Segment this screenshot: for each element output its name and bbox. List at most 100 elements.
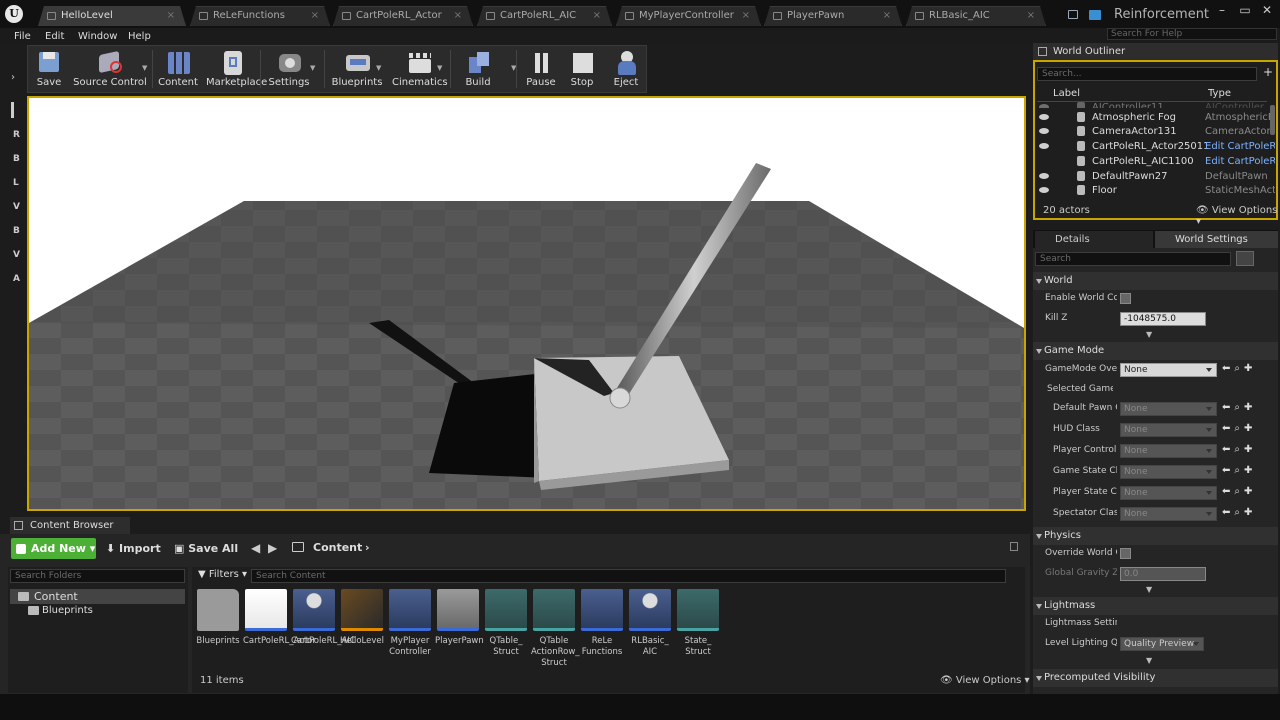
content-button[interactable]: Content	[156, 47, 200, 92]
asset-tile[interactable]: State_ Struct	[675, 587, 721, 659]
maximize-icon[interactable]: ▭	[1237, 4, 1253, 16]
section-game-mode[interactable]: Game Mode	[1033, 342, 1278, 360]
class-dropdown[interactable]: None	[1120, 423, 1217, 437]
stop-button[interactable]: Stop	[560, 47, 604, 92]
source-control-button[interactable]: Source Control	[70, 47, 150, 92]
editor-tab[interactable]: HelloLevel ×	[38, 6, 186, 26]
breadcrumb-chevron-icon[interactable]: ›	[365, 541, 370, 554]
edit-blueprint-link[interactable]: Edit CartPoleRL_AIC	[1205, 154, 1275, 169]
close-icon[interactable]: ✕	[1259, 4, 1275, 16]
tab-world-settings[interactable]: World Settings	[1155, 231, 1278, 248]
import-button[interactable]: ⬇ Import	[106, 538, 161, 559]
asset-action-icons[interactable]: ⬅⌕✚	[1222, 423, 1256, 434]
asset-tile[interactable]: QTable ActionRow_ Struct	[531, 587, 580, 668]
section-physics[interactable]: Physics	[1033, 527, 1278, 545]
settings-button[interactable]: Settings	[264, 47, 314, 92]
eject-button[interactable]: Eject	[602, 47, 650, 92]
lighting-quality-dropdown[interactable]: Quality Preview	[1120, 637, 1204, 651]
lock-icon[interactable]	[1010, 542, 1018, 551]
mode-tab[interactable]: L	[13, 178, 19, 188]
mode-tab[interactable]: A	[13, 274, 20, 284]
section-lightmass[interactable]: Lightmass	[1033, 597, 1278, 615]
outliner-row[interactable]: Floor StaticMeshActor	[1037, 183, 1275, 198]
mode-handle-icon[interactable]	[11, 102, 14, 118]
dropdown-arrow-icon[interactable]: ▼	[376, 64, 381, 72]
asset-tile[interactable]: CartPoleRL_AIC	[291, 587, 356, 659]
menu-edit[interactable]: Edit	[45, 28, 64, 45]
mode-tab[interactable]: B	[13, 154, 20, 164]
visibility-eye-icon[interactable]	[1039, 128, 1049, 134]
col-label-header[interactable]: Label	[1053, 88, 1080, 99]
dropdown-arrow-icon[interactable]: ▼	[310, 64, 315, 72]
asset-tile[interactable]: ReLe Functions	[579, 587, 625, 659]
add-actor-icon[interactable]: +	[1263, 65, 1273, 79]
visibility-eye-icon[interactable]	[1039, 104, 1049, 108]
menu-help[interactable]: Help	[128, 28, 151, 45]
folder-tree-item[interactable]: Blueprints	[10, 603, 185, 618]
pause-button[interactable]: Pause	[519, 47, 563, 92]
asset-tile[interactable]: Blueprints	[195, 587, 241, 659]
class-dropdown[interactable]: None	[1120, 402, 1217, 416]
search-content-input[interactable]: Search Content	[251, 569, 1006, 583]
forward-arrow-icon[interactable]: ▶	[268, 541, 277, 555]
visibility-eye-icon[interactable]	[1039, 143, 1049, 149]
outliner-tab[interactable]: World Outliner	[1033, 43, 1278, 60]
asset-action-icons[interactable]: ⬅⌕✚	[1222, 465, 1256, 476]
visibility-eye-icon[interactable]	[1039, 173, 1049, 179]
asset-tile[interactable]: MyPlayer Controller	[387, 587, 433, 659]
edit-blueprint-link[interactable]: Edit CartPoleRL_Actor	[1205, 139, 1275, 154]
section-world[interactable]: World	[1033, 272, 1278, 290]
tab-details[interactable]: Details	[1035, 231, 1153, 248]
editor-tab[interactable]: RLBasic_AIC ×	[906, 6, 1046, 26]
override-gravity-checkbox[interactable]	[1120, 548, 1131, 559]
asset-tile[interactable]: CartPoleRL_Actor	[243, 587, 316, 659]
tab-close-icon[interactable]: ×	[742, 7, 750, 25]
mode-tab[interactable]: B	[13, 226, 20, 236]
outliner-row[interactable]: CameraActor131 CameraActor	[1037, 124, 1274, 139]
mode-tab[interactable]: R	[13, 130, 20, 140]
editor-tab[interactable]: CartPoleRL_AIC ×	[477, 6, 612, 26]
expand-advanced-icon[interactable]: ▼	[1146, 585, 1152, 594]
col-type-header[interactable]: Type	[1208, 88, 1231, 99]
class-dropdown[interactable]: None	[1120, 486, 1217, 500]
help-search-input[interactable]: Search For Help	[1107, 28, 1277, 40]
section-precomputed-visibility[interactable]: Precomputed Visibility	[1033, 669, 1278, 687]
cb-view-options[interactable]: 👁︎ View Options ▾	[940, 675, 1030, 686]
outliner-search-input[interactable]: Search...	[1037, 67, 1257, 81]
visibility-eye-icon[interactable]	[1039, 114, 1049, 120]
enable-world-comp-checkbox[interactable]	[1120, 293, 1131, 304]
visibility-eye-icon[interactable]	[1039, 187, 1049, 193]
asset-action-icons[interactable]: ⬅⌕✚	[1222, 402, 1256, 413]
outliner-view-options[interactable]: 👁︎ View Options ▾	[1196, 205, 1280, 227]
outliner-row[interactable]: CartPoleRL_Actor25011Edit CartPoleRL_Act…	[1037, 139, 1275, 154]
notification-icon[interactable]	[1089, 10, 1101, 20]
class-dropdown[interactable]: None	[1120, 444, 1217, 458]
outliner-row[interactable]: CartPoleRL_AIC1100 Edit CartPoleRL_AIC	[1037, 154, 1275, 169]
mode-tab[interactable]: V	[13, 202, 20, 212]
editor-tab[interactable]: CartPoleRL_Actor ×	[333, 6, 473, 26]
minimize-icon[interactable]: –	[1214, 4, 1230, 16]
asset-tile[interactable]: HelloLevel	[339, 587, 385, 659]
outliner-row[interactable]: Atmospheric Fog AtmosphericFog	[1037, 110, 1275, 125]
tab-close-icon[interactable]: ×	[454, 7, 462, 25]
asset-action-icons[interactable]: ⬅⌕✚	[1222, 363, 1256, 374]
mode-tab[interactable]: V	[13, 250, 20, 260]
tab-close-icon[interactable]: ×	[1027, 7, 1035, 25]
asset-tile[interactable]: QTable_ Struct	[483, 587, 529, 659]
unreal-logo-icon[interactable]: U	[5, 5, 23, 23]
dropdown-arrow-icon[interactable]: ▼	[437, 64, 442, 72]
outliner-row[interactable]: DefaultPawn27 DefaultPawn	[1037, 169, 1274, 184]
selected-gamemode-label[interactable]: Selected GameMode	[1047, 384, 1113, 394]
save-button[interactable]: Save	[27, 47, 71, 92]
editor-tab[interactable]: PlayerPawn ×	[764, 6, 902, 26]
content-browser-tab[interactable]: Content Browser	[10, 517, 130, 534]
breadcrumb-content[interactable]: Content	[313, 541, 362, 554]
outliner-scrollbar[interactable]	[1270, 105, 1275, 135]
asset-tile[interactable]: PlayerPawn	[435, 587, 484, 659]
tab-close-icon[interactable]: ×	[593, 7, 601, 25]
menu-window[interactable]: Window	[78, 28, 117, 45]
details-search-input[interactable]: Search	[1035, 252, 1231, 266]
asset-action-icons[interactable]: ⬅⌕✚	[1222, 486, 1256, 497]
folder-tree-item[interactable]: Content	[10, 589, 185, 604]
class-dropdown[interactable]: None	[1120, 465, 1217, 479]
